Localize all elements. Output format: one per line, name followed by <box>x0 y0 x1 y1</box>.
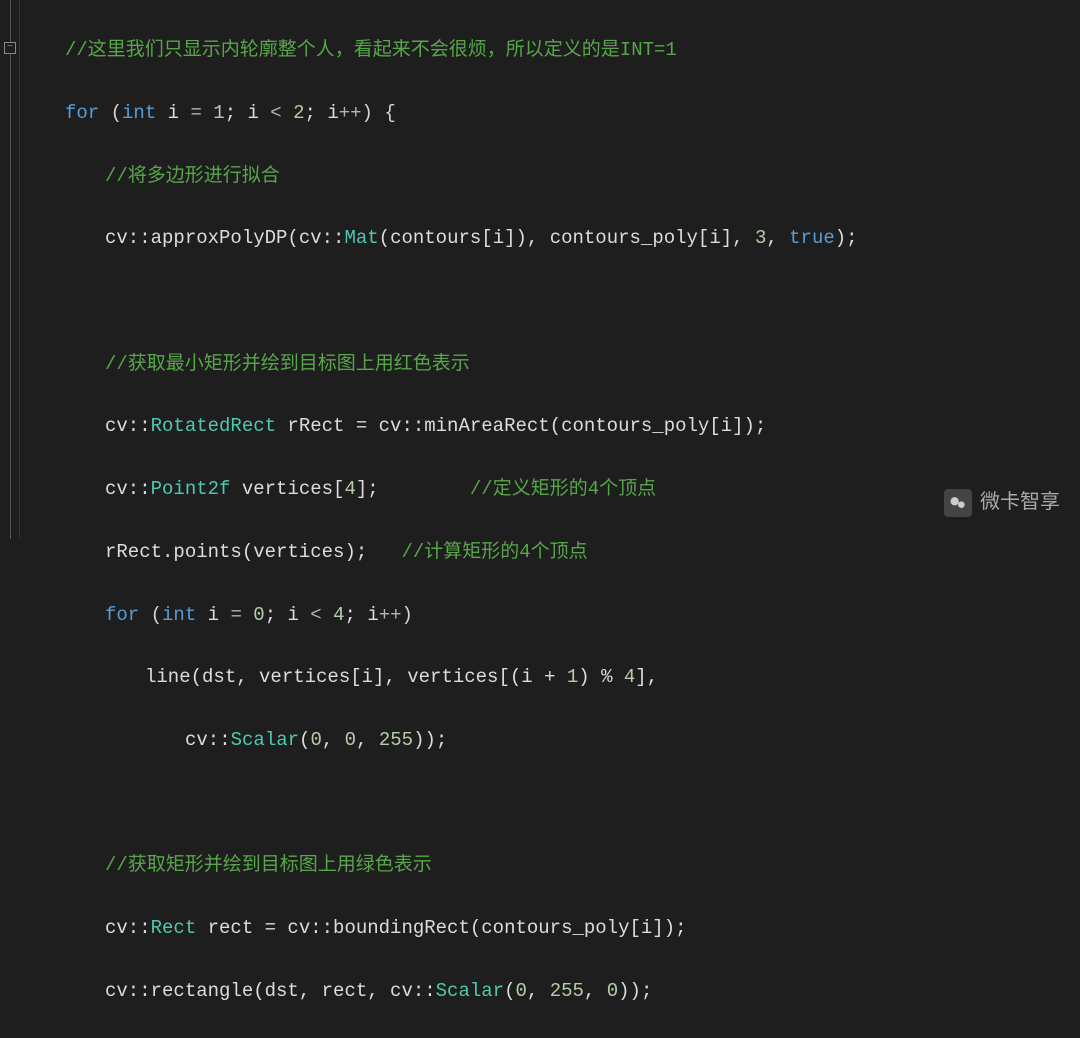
code-text: , <box>527 980 550 1002</box>
code-text: vertices[ <box>230 478 344 500</box>
code-text: (contours[i]), contours_poly[i], <box>379 227 755 249</box>
keyword-int: int <box>162 604 196 626</box>
code-text: , <box>766 227 789 249</box>
padding <box>379 478 470 500</box>
keyword-for: for <box>65 102 99 124</box>
code-text: , <box>322 729 345 751</box>
code-comment: //计算矩形的4个顶点 <box>401 541 587 563</box>
code-text: cv:: <box>105 478 151 500</box>
watermark: 微卡智享 <box>944 486 1060 519</box>
wechat-icon <box>944 489 972 517</box>
number-literal: 4 <box>344 478 355 500</box>
code-text: , <box>584 980 607 1002</box>
code-text: rect = cv::boundingRect(contours_poly[i]… <box>196 917 686 939</box>
number-literal: 0 <box>310 729 321 751</box>
identifier: ; i <box>305 102 339 124</box>
fold-toggle[interactable]: − <box>4 42 16 54</box>
code-text: line(dst, vertices[i], vertices[(i + <box>145 666 567 688</box>
code-text: rRect = cv::minAreaRect(contours_poly[i]… <box>276 415 766 437</box>
code-text: cv:: <box>185 729 231 751</box>
code-comment: //获取矩形并绘到目标图上用绿色表示 <box>105 854 432 876</box>
type-name: Point2f <box>151 478 231 500</box>
code-text: cv::rectangle(dst, rect, cv:: <box>105 980 436 1002</box>
code-text: )); <box>413 729 447 751</box>
type-name: Rect <box>151 917 197 939</box>
operator: = <box>190 102 213 124</box>
keyword-int: int <box>122 102 156 124</box>
code-text: cv:: <box>105 415 151 437</box>
number-literal: 0 <box>253 604 264 626</box>
identifier: ; i <box>345 604 379 626</box>
number-literal: 255 <box>550 980 584 1002</box>
number-literal: 1 <box>213 102 224 124</box>
code-text: ], <box>635 666 658 688</box>
operator: = <box>230 604 253 626</box>
code-comment: //将多边形进行拟合 <box>105 165 280 187</box>
operator: ++ <box>379 604 402 626</box>
number-literal: 4 <box>333 604 344 626</box>
number-literal: 4 <box>624 666 635 688</box>
type-name: RotatedRect <box>151 415 276 437</box>
operator: < <box>310 604 333 626</box>
code-comment: //这里我们只显示内轮廓整个人，看起来不会很烦，所以定义的是INT=1 <box>65 39 677 61</box>
code-text: )); <box>618 980 652 1002</box>
code-text: rRect.points(vertices); <box>105 541 367 563</box>
code-editor-content[interactable]: //这里我们只显示内轮廓整个人，看起来不会很烦，所以定义的是INT=1 for … <box>25 4 1080 1038</box>
code-text: ]; <box>356 478 379 500</box>
code-text: ( <box>299 729 310 751</box>
type-name: Mat <box>344 227 378 249</box>
code-comment: //定义矩形的4个顶点 <box>470 478 656 500</box>
type-name: Scalar <box>436 980 504 1002</box>
watermark-text: 微卡智享 <box>980 486 1060 519</box>
code-comment: //获取最小矩形并绘到目标图上用红色表示 <box>105 353 470 375</box>
paren: ( <box>139 604 162 626</box>
operator: < <box>270 102 293 124</box>
fold-guide-line <box>10 0 11 539</box>
number-literal: 2 <box>293 102 304 124</box>
code-text: ( <box>504 980 515 1002</box>
paren: ( <box>99 102 122 124</box>
paren: ) <box>402 604 413 626</box>
editor-gutter: − <box>0 0 20 539</box>
number-literal: 1 <box>567 666 578 688</box>
code-text: ) % <box>578 666 624 688</box>
identifier: ; i <box>265 604 311 626</box>
keyword-for: for <box>105 604 139 626</box>
code-text: cv:: <box>105 917 151 939</box>
padding <box>367 541 401 563</box>
code-text: , <box>356 729 379 751</box>
number-literal: 3 <box>755 227 766 249</box>
number-literal: 0 <box>607 980 618 1002</box>
type-name: Scalar <box>231 729 299 751</box>
identifier: i <box>196 604 230 626</box>
number-literal: 0 <box>345 729 356 751</box>
identifier: i <box>156 102 190 124</box>
number-literal: 0 <box>515 980 526 1002</box>
paren: ) { <box>362 102 396 124</box>
operator: ++ <box>339 102 362 124</box>
keyword-true: true <box>789 227 835 249</box>
code-text: cv::approxPolyDP(cv:: <box>105 227 344 249</box>
identifier: ; i <box>225 102 271 124</box>
number-literal: 255 <box>379 729 413 751</box>
code-text: ); <box>835 227 858 249</box>
